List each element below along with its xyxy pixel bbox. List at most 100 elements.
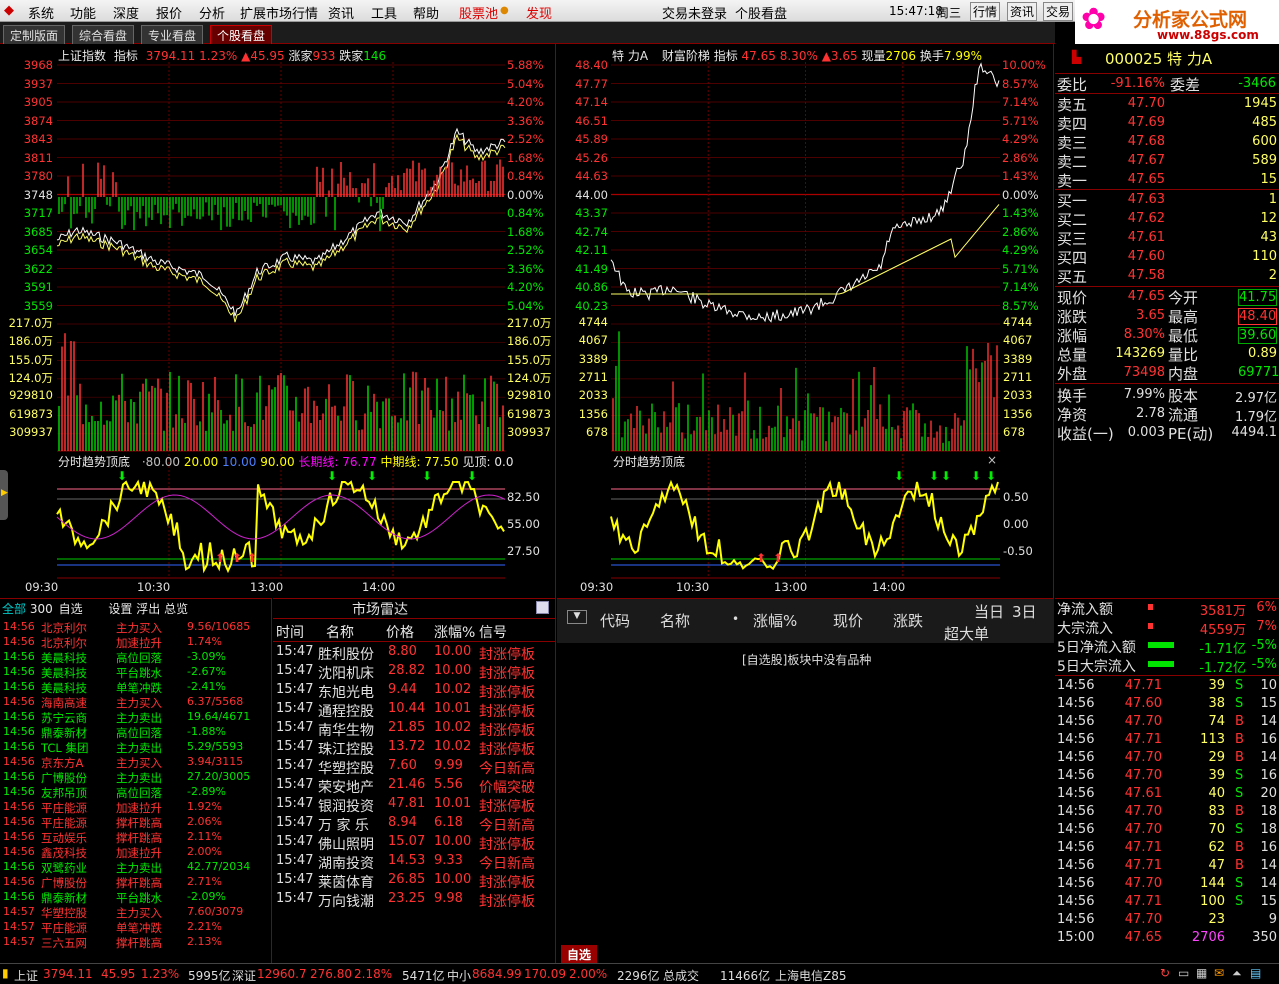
network-icon[interactable]: ▤	[1250, 966, 1261, 980]
menu-help[interactable]: 帮助	[413, 3, 439, 22]
menu-depth[interactable]: 深度	[113, 3, 139, 22]
watchlist-tab[interactable]: 自选	[561, 945, 598, 964]
col-name[interactable]: 名称	[660, 610, 690, 631]
col-pct[interactable]: 涨幅%	[753, 610, 797, 631]
trade-mode-button[interactable]: 交易	[1043, 2, 1074, 21]
level-label: 买二	[1057, 211, 1088, 229]
stat-label: PE(动)	[1168, 425, 1214, 443]
period-today-button[interactable]: 当日	[974, 601, 1004, 622]
close-icon[interactable]: ×	[987, 453, 997, 467]
radar-signal: 封涨停板	[479, 704, 535, 720]
tick-count: 9	[1268, 912, 1277, 927]
level-price: 47.58	[1127, 268, 1165, 283]
alert-type: 高位回落	[116, 726, 162, 740]
buy-signal-icon: ⬆	[756, 551, 766, 565]
level-volume: 110	[1252, 249, 1277, 264]
col-code[interactable]: 代码	[600, 610, 630, 631]
col-super-large[interactable]: 超大单	[944, 623, 989, 644]
alert-tab-all[interactable]: 全部	[2, 602, 26, 616]
alert-type: 主力卖出	[116, 771, 162, 785]
alert-value: -1.88%	[187, 725, 226, 738]
tab-custom-layout[interactable]: 定制版面	[3, 25, 66, 44]
dropdown-icon[interactable]: ▼	[567, 610, 587, 624]
alert-float-button[interactable]: 浮出	[136, 602, 160, 616]
alert-settings-button[interactable]: 设置	[108, 602, 132, 616]
alert-tab-watchlist[interactable]: 自选	[59, 602, 83, 616]
tab-professional[interactable]: 专业看盘	[141, 25, 204, 44]
info-mode-button[interactable]: 资讯	[1007, 2, 1038, 21]
buy-signal-icon: ⬆	[247, 551, 257, 565]
quote-mode-button[interactable]: 行情	[970, 2, 1001, 21]
radar-price: 10.44	[388, 701, 426, 716]
alert-stock: 美晨科技	[41, 681, 87, 695]
alert-tab-300[interactable]: 300	[30, 602, 53, 616]
axis-label: 4.20%	[507, 280, 544, 294]
refresh-icon[interactable]: ↻	[1160, 966, 1170, 980]
axis-label: 0.84%	[507, 169, 544, 183]
radar-stock: 东旭光电	[318, 685, 374, 701]
menu-analysis[interactable]: 分析	[199, 3, 225, 22]
stock-osc-header: 分时趋势顶底	[613, 455, 686, 469]
axis-label: 1.68%	[507, 150, 544, 165]
order-diff-value: -3466	[1238, 76, 1276, 91]
menu-function[interactable]: 功能	[70, 3, 96, 22]
radar-pct: 6.18	[434, 815, 463, 830]
alert-stock: 鼎泰新材	[41, 726, 87, 740]
alert-overview-button[interactable]: 总览	[164, 602, 188, 616]
grid-icon[interactable]: ▦	[1196, 966, 1207, 980]
tick-volume: 47	[1208, 858, 1225, 873]
axis-label: 45.89	[575, 132, 608, 146]
signal-icon[interactable]: ⏶	[1232, 966, 1242, 981]
axis-label: 3843	[23, 132, 53, 146]
flow-value: -1.72亿	[1199, 661, 1246, 676]
stat-label: 最高	[1168, 308, 1199, 326]
axis-label: 3.36%	[507, 113, 544, 128]
period-3day-button[interactable]: 3日	[1012, 601, 1037, 622]
tab-stock-view[interactable]: 个股看盘	[210, 25, 273, 44]
axis-label: 217.0万	[8, 316, 53, 330]
menu-system[interactable]: 系统	[28, 3, 54, 22]
flow-value: 4559万	[1199, 623, 1246, 638]
mail-icon[interactable]: ✉	[1214, 966, 1224, 980]
radar-time: 15:47	[276, 720, 314, 735]
stat-value: 143269	[1115, 346, 1165, 361]
sell-signal-icon: ⬇	[986, 469, 996, 483]
axis-label: 5.04%	[507, 298, 544, 313]
menu-discover[interactable]: 发现	[526, 3, 552, 22]
radar-pct: 10.00	[434, 834, 472, 849]
tick-price: 47.71	[1124, 840, 1162, 855]
axis-label: 4744	[578, 315, 608, 329]
level-label: 买五	[1057, 268, 1088, 286]
menu-info[interactable]: 资讯	[328, 3, 354, 22]
menu-tools[interactable]: 工具	[371, 3, 397, 22]
tab-overview[interactable]: 综合看盘	[72, 25, 135, 44]
col-price[interactable]: 现价	[833, 610, 863, 631]
axis-label: 5.04%	[507, 76, 544, 91]
alert-type: 加速拉升	[116, 846, 162, 860]
server-status[interactable]: 上海电信Z85	[775, 967, 847, 984]
trade-login-status[interactable]: 交易未登录	[662, 3, 727, 22]
side-panel-toggle[interactable]: ▶	[0, 470, 8, 520]
menu-extended[interactable]: 扩展市场行情	[240, 3, 318, 22]
stat-label: 股本	[1168, 387, 1199, 405]
level-price: 47.62	[1127, 211, 1165, 226]
col-change[interactable]: 涨跌	[893, 610, 923, 631]
axis-label: 3685	[23, 224, 53, 239]
axis-label: 4067	[578, 333, 608, 348]
brand-logo: ✿ 分析家公式网 www.88gs.com	[1075, 0, 1279, 44]
radar-settings-icon[interactable]	[536, 601, 549, 614]
level-volume: 43	[1260, 230, 1277, 245]
alert-type: 撑杆跳高	[116, 876, 162, 890]
radar-signal: 封涨停板	[479, 837, 535, 853]
menu-quote[interactable]: 报价	[156, 3, 182, 22]
axis-label: 55.00	[507, 517, 540, 531]
alert-type: 平台跳水	[116, 666, 162, 680]
alert-stock: 鼎泰新材	[41, 891, 87, 905]
alert-stock: TCL 集团	[41, 741, 89, 755]
axis-label: -0.50	[1003, 544, 1033, 558]
tick-price: 47.71	[1124, 678, 1162, 693]
axis-label: 40.86	[575, 280, 608, 294]
axis-label: 217.0万	[507, 316, 552, 330]
window-icon[interactable]: ▭	[1178, 966, 1189, 980]
menu-stock-pool[interactable]: 股票池	[459, 3, 498, 22]
